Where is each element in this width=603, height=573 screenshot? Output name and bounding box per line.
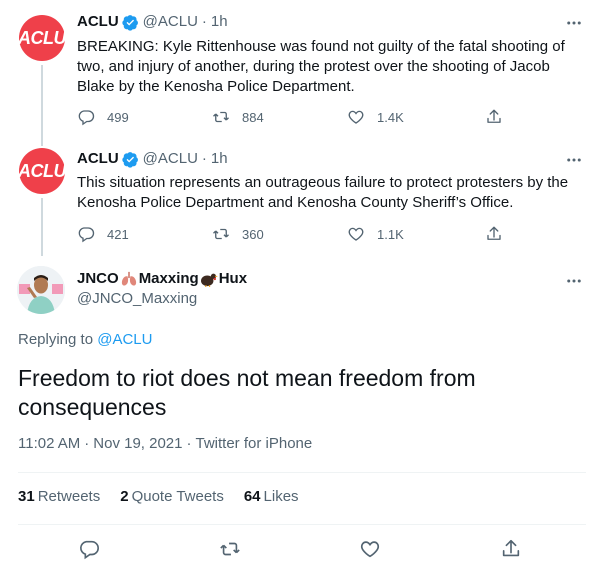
author-handle[interactable]: @JNCO_Maxxing bbox=[77, 290, 197, 307]
profile-photo-icon bbox=[17, 266, 65, 314]
quote-tweets-label: Quote Tweets bbox=[131, 488, 224, 505]
author-name[interactable]: JNCO Maxxing Hux bbox=[77, 270, 247, 287]
replying-prefix: Replying to bbox=[18, 331, 94, 348]
replying-to: Replying to @ACLU bbox=[18, 331, 152, 348]
separator-dot: · bbox=[84, 435, 90, 452]
tweet-meta: 11:02 AM · Nov 19, 2021 · Twitter for iPhone bbox=[18, 435, 312, 452]
retweet-icon[interactable] bbox=[219, 538, 241, 560]
likes-count: 64 bbox=[243, 488, 261, 505]
divider bbox=[18, 472, 586, 473]
tweet-stats: 31 Retweets 2 Quote Tweets 64 Likes bbox=[18, 488, 319, 505]
main-tweet: JNCO Maxxing Hux @JNCO_Maxxing Replying … bbox=[0, 0, 603, 573]
like-icon[interactable] bbox=[359, 538, 381, 560]
retweets-count: 31 bbox=[18, 488, 35, 505]
more-icon[interactable] bbox=[565, 272, 583, 290]
likes-label: Likes bbox=[263, 488, 299, 505]
tweet-time[interactable]: 11:02 AM bbox=[18, 435, 80, 452]
main-tweet-actions bbox=[78, 538, 522, 560]
name-part-1: JNCO bbox=[77, 270, 119, 287]
divider bbox=[18, 524, 586, 525]
tweet-date[interactable]: Nov 19, 2021 bbox=[93, 435, 182, 452]
turkey-emoji-icon bbox=[200, 273, 218, 287]
separator-dot: · bbox=[186, 435, 192, 452]
retweets-label: Retweets bbox=[37, 488, 101, 505]
likes-stat[interactable]: 64 Likes bbox=[244, 488, 299, 505]
name-part-3: Hux bbox=[218, 270, 248, 287]
quote-tweets-count: 2 bbox=[120, 488, 129, 505]
jnco-avatar[interactable] bbox=[17, 266, 65, 314]
tweet-source[interactable]: Twitter for iPhone bbox=[196, 435, 313, 452]
tweet-text: Freedom to riot does not mean freedom fr… bbox=[18, 365, 476, 420]
retweets-stat[interactable]: 31 Retweets bbox=[18, 488, 100, 505]
quote-tweets-stat[interactable]: 2 Quote Tweets bbox=[120, 488, 224, 505]
lungs-emoji-icon bbox=[121, 271, 136, 286]
reply-icon[interactable] bbox=[78, 538, 100, 560]
share-icon[interactable] bbox=[500, 538, 522, 560]
replying-to-link[interactable]: @ACLU bbox=[97, 331, 152, 348]
name-part-2: Maxxing bbox=[138, 270, 199, 287]
